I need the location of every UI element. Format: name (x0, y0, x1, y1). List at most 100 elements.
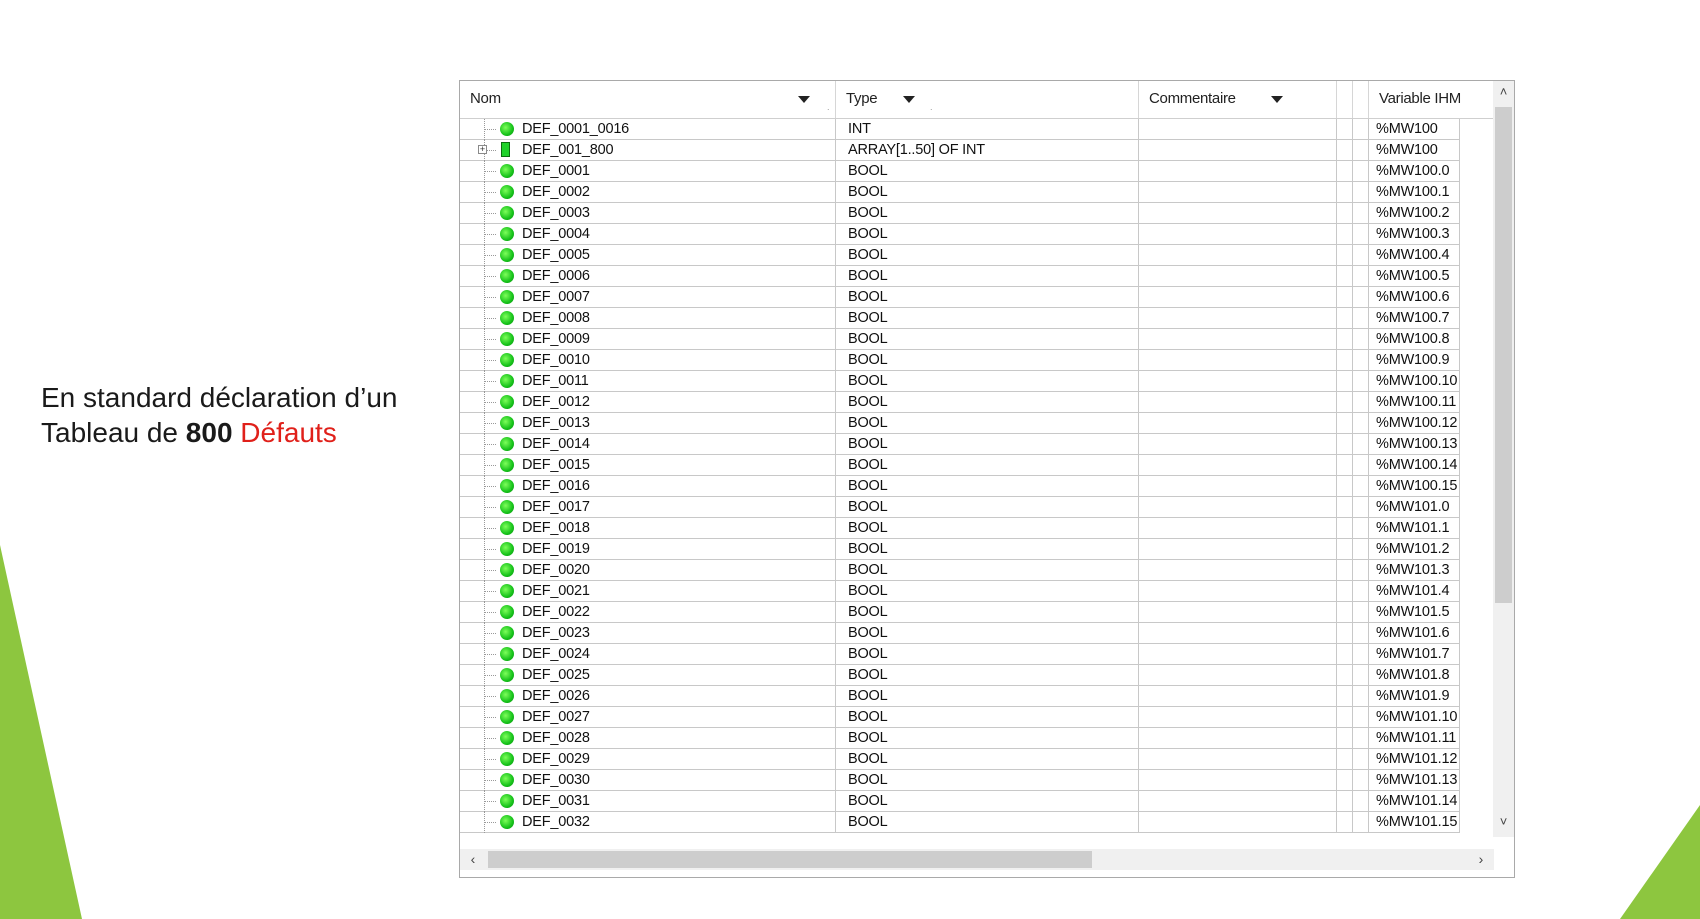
cell-type[interactable]: BOOL (848, 539, 1128, 559)
cell-type[interactable]: BOOL (848, 329, 1128, 349)
cell-type[interactable]: BOOL (848, 287, 1128, 307)
table-row[interactable]: DEF_0031 BOOL %MW101.14 (460, 791, 1460, 812)
cell-variable-ihm[interactable]: %MW101.3 (1376, 560, 1486, 580)
cell-name[interactable]: DEF_0002 (522, 182, 822, 202)
cell-comment[interactable] (1150, 476, 1330, 496)
cell-type[interactable]: BOOL (848, 434, 1128, 454)
cell-comment[interactable] (1150, 770, 1330, 790)
table-row[interactable]: DEF_0012 BOOL %MW100.11 (460, 392, 1460, 413)
table-row[interactable]: DEF_0017 BOOL %MW101.0 (460, 497, 1460, 518)
cell-name[interactable]: DEF_0026 (522, 686, 822, 706)
cell-type[interactable]: BOOL (848, 728, 1128, 748)
cell-type[interactable]: BOOL (848, 245, 1128, 265)
cell-comment[interactable] (1150, 140, 1330, 160)
cell-type[interactable]: BOOL (848, 413, 1128, 433)
table-row[interactable]: DEF_0032 BOOL %MW101.15 (460, 812, 1460, 833)
cell-name[interactable]: DEF_0013 (522, 413, 822, 433)
cell-comment[interactable] (1150, 371, 1330, 391)
table-row[interactable]: DEF_0009 BOOL %MW100.8 (460, 329, 1460, 350)
vertical-scroll-thumb[interactable] (1495, 107, 1512, 603)
cell-comment[interactable] (1150, 392, 1330, 412)
cell-type[interactable]: INT (848, 119, 1128, 139)
table-row[interactable]: DEF_0016 BOOL %MW100.15 (460, 476, 1460, 497)
cell-name[interactable]: DEF_0014 (522, 434, 822, 454)
table-row[interactable]: DEF_0014 BOOL %MW100.13 (460, 434, 1460, 455)
cell-name[interactable]: DEF_0008 (522, 308, 822, 328)
cell-name[interactable]: DEF_0001_0016 (522, 119, 822, 139)
cell-comment[interactable] (1150, 245, 1330, 265)
cell-type[interactable]: BOOL (848, 476, 1128, 496)
table-row[interactable]: DEF_0003 BOOL %MW100.2 (460, 203, 1460, 224)
cell-variable-ihm[interactable]: %MW100.5 (1376, 266, 1486, 286)
cell-type[interactable]: BOOL (848, 581, 1128, 601)
cell-comment[interactable] (1150, 539, 1330, 559)
cell-variable-ihm[interactable]: %MW101.9 (1376, 686, 1486, 706)
cell-type[interactable]: ARRAY[1..50] OF INT (848, 140, 1128, 160)
cell-name[interactable]: DEF_0017 (522, 497, 822, 517)
cell-variable-ihm[interactable]: %MW100.4 (1376, 245, 1486, 265)
cell-comment[interactable] (1150, 455, 1330, 475)
chevron-down-icon[interactable]: ˅ (1493, 811, 1514, 833)
cell-comment[interactable] (1150, 791, 1330, 811)
cell-comment[interactable] (1150, 623, 1330, 643)
cell-name[interactable]: DEF_0004 (522, 224, 822, 244)
cell-type[interactable]: BOOL (848, 266, 1128, 286)
chevron-right-icon[interactable]: › (1470, 849, 1492, 870)
cell-name[interactable]: DEF_0025 (522, 665, 822, 685)
cell-type[interactable]: BOOL (848, 308, 1128, 328)
resize-handle-icon[interactable]: . (930, 103, 933, 112)
cell-type[interactable]: BOOL (848, 350, 1128, 370)
table-row[interactable]: DEF_0008 BOOL %MW100.7 (460, 308, 1460, 329)
table-row[interactable]: DEF_0024 BOOL %MW101.7 (460, 644, 1460, 665)
cell-name[interactable]: DEF_001_800 (522, 140, 822, 160)
table-row[interactable]: DEF_0029 BOOL %MW101.12 (460, 749, 1460, 770)
cell-variable-ihm[interactable]: %MW101.0 (1376, 497, 1486, 517)
table-row[interactable]: DEF_0015 BOOL %MW100.14 (460, 455, 1460, 476)
cell-name[interactable]: DEF_0030 (522, 770, 822, 790)
table-row[interactable]: DEF_0001_0016 INT %MW100 (460, 119, 1460, 140)
cell-type[interactable]: BOOL (848, 686, 1128, 706)
chevron-up-icon[interactable]: ˄ (1493, 81, 1514, 103)
cell-type[interactable]: BOOL (848, 665, 1128, 685)
vertical-scrollbar[interactable]: ˄ ˅ (1493, 81, 1514, 837)
cell-comment[interactable] (1150, 665, 1330, 685)
cell-comment[interactable] (1150, 728, 1330, 748)
cell-comment[interactable] (1150, 644, 1330, 664)
cell-type[interactable]: BOOL (848, 224, 1128, 244)
cell-type[interactable]: BOOL (848, 707, 1128, 727)
cell-variable-ihm[interactable]: %MW100.6 (1376, 287, 1486, 307)
cell-comment[interactable] (1150, 602, 1330, 622)
table-row[interactable]: DEF_0027 BOOL %MW101.10 (460, 707, 1460, 728)
column-header-variable-ihm[interactable]: Variable IHM (1369, 81, 1494, 118)
cell-comment[interactable] (1150, 560, 1330, 580)
cell-variable-ihm[interactable]: %MW100 (1376, 119, 1486, 139)
horizontal-scrollbar[interactable]: ‹ › (460, 849, 1494, 870)
cell-variable-ihm[interactable]: %MW100.15 (1376, 476, 1486, 496)
cell-comment[interactable] (1150, 350, 1330, 370)
cell-name[interactable]: DEF_0022 (522, 602, 822, 622)
cell-name[interactable]: DEF_0003 (522, 203, 822, 223)
cell-variable-ihm[interactable]: %MW100.9 (1376, 350, 1486, 370)
cell-type[interactable]: BOOL (848, 770, 1128, 790)
cell-type[interactable]: BOOL (848, 812, 1128, 832)
cell-comment[interactable] (1150, 434, 1330, 454)
cell-name[interactable]: DEF_0021 (522, 581, 822, 601)
cell-name[interactable]: DEF_0006 (522, 266, 822, 286)
cell-comment[interactable] (1150, 518, 1330, 538)
cell-variable-ihm[interactable]: %MW101.15 (1376, 812, 1486, 832)
table-row[interactable]: DEF_0022 BOOL %MW101.5 (460, 602, 1460, 623)
column-header-commentaire[interactable]: Commentaire (1139, 81, 1337, 118)
cell-comment[interactable] (1150, 182, 1330, 202)
column-header-type[interactable]: Type . (836, 81, 1139, 118)
table-row[interactable]: DEF_0025 BOOL %MW101.8 (460, 665, 1460, 686)
cell-name[interactable]: DEF_0010 (522, 350, 822, 370)
filter-dropdown-icon[interactable] (798, 96, 810, 103)
cell-variable-ihm[interactable]: %MW101.2 (1376, 539, 1486, 559)
table-row[interactable]: + DEF_001_800 ARRAY[1..50] OF INT %MW100 (460, 140, 1460, 161)
cell-name[interactable]: DEF_0011 (522, 371, 822, 391)
cell-name[interactable]: DEF_0012 (522, 392, 822, 412)
cell-comment[interactable] (1150, 686, 1330, 706)
cell-type[interactable]: BOOL (848, 749, 1128, 769)
cell-variable-ihm[interactable]: %MW100.10 (1376, 371, 1486, 391)
cell-variable-ihm[interactable]: %MW101.4 (1376, 581, 1486, 601)
